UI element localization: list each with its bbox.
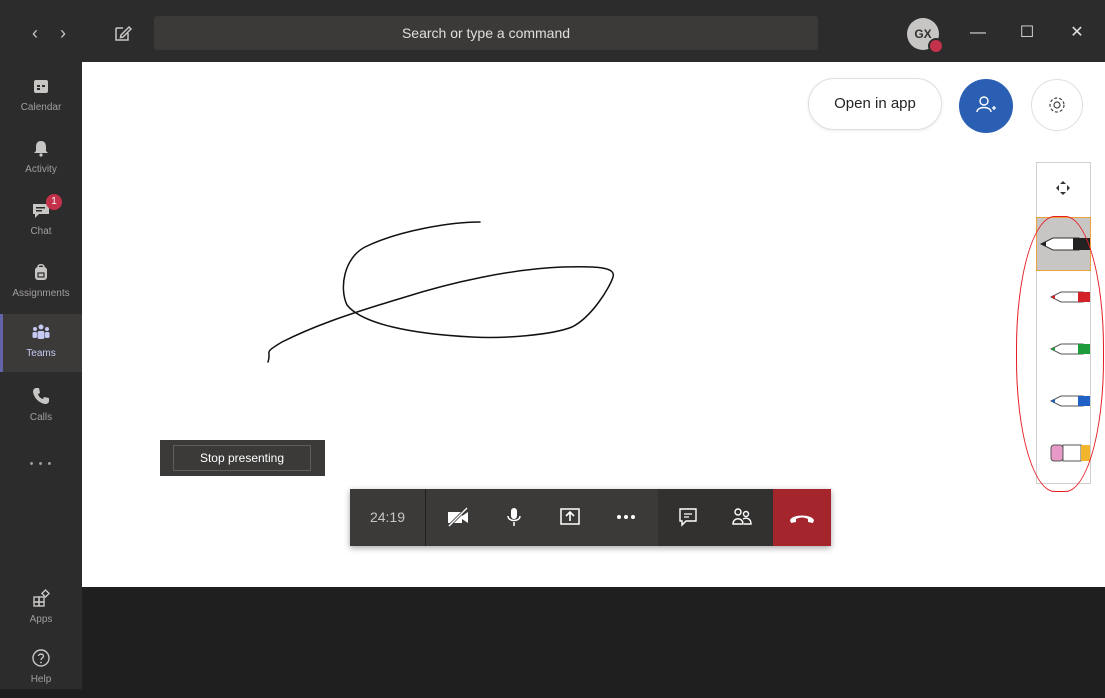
search-input[interactable]: Search or type a command (154, 16, 818, 50)
sidebar-item-activity[interactable]: Activity (0, 130, 82, 188)
move-tool[interactable] (1037, 163, 1090, 213)
sidebar-item-label: Chat (30, 226, 52, 237)
show-participants-button[interactable] (718, 489, 766, 546)
unread-badge: 1 (46, 194, 62, 210)
settings-button[interactable] (1031, 79, 1083, 131)
apps-icon (33, 588, 51, 607)
red-annotation-circle (1016, 216, 1104, 492)
mic-toggle-button[interactable] (490, 489, 538, 546)
compose-icon[interactable] (112, 22, 134, 44)
sidebar-item-chat[interactable]: 1 Chat (0, 192, 82, 250)
add-person-icon (976, 96, 996, 113)
stop-presenting-button[interactable]: Stop presenting (173, 445, 311, 471)
sidebar-item-label: Apps (29, 614, 53, 625)
sidebar-item-calendar[interactable]: Calendar (0, 68, 82, 126)
more-actions-button[interactable] (602, 489, 650, 546)
title-bar: ‹ › Search or type a command GX — ☐ ✕ (0, 0, 1105, 68)
camera-off-icon (447, 506, 469, 528)
sidebar-item-label: Activity (25, 164, 57, 175)
presence-busy-icon (928, 38, 944, 54)
forward-arrow-icon[interactable]: › (52, 22, 74, 44)
back-arrow-icon[interactable]: ‹ (24, 22, 46, 44)
more-dots-icon (617, 515, 635, 519)
meeting-panels-group (658, 489, 773, 546)
sidebar-item-apps[interactable]: Apps (0, 580, 82, 638)
more-apps-button[interactable]: • • • (0, 452, 82, 476)
maximize-icon[interactable]: ☐ (1012, 18, 1042, 48)
hang-up-button[interactable] (773, 489, 831, 546)
sidebar-item-label: Teams (26, 348, 56, 359)
sidebar-item-label: Calendar (20, 102, 62, 113)
hang-up-phone-icon (790, 515, 814, 523)
microphone-icon (507, 508, 521, 526)
share-screen-button[interactable] (546, 489, 594, 546)
app-rail: Calendar Activity 1 Chat Assignments Tea… (0, 68, 82, 689)
teams-icon (32, 324, 50, 339)
open-in-app-button[interactable]: Open in app (808, 78, 942, 130)
participants-icon (732, 508, 752, 525)
phone-icon (33, 388, 49, 404)
sidebar-item-label: Calls (29, 412, 53, 423)
bottom-area (82, 587, 1105, 689)
sidebar-item-assignments[interactable]: Assignments (0, 254, 82, 312)
minimize-icon[interactable]: — (963, 18, 993, 48)
avatar[interactable]: GX (907, 18, 944, 54)
backpack-icon (35, 263, 47, 280)
show-conversation-button[interactable] (664, 489, 712, 546)
presenting-toolbar: Stop presenting (160, 440, 325, 476)
invite-people-button[interactable] (959, 79, 1013, 133)
bell-icon (34, 141, 48, 157)
sidebar-item-label: Assignments (12, 288, 70, 299)
call-timer: 24:19 (350, 489, 426, 546)
close-icon[interactable]: ✕ (1062, 18, 1092, 48)
sidebar-item-calls[interactable]: Calls (0, 378, 82, 436)
calendar-icon (34, 80, 48, 93)
sidebar-item-teams[interactable]: Teams (0, 314, 82, 372)
move-arrows-icon (1056, 181, 1070, 195)
sidebar-item-help[interactable]: Help (0, 640, 82, 698)
conversation-icon (679, 508, 697, 527)
gear-icon (1049, 97, 1065, 113)
camera-toggle-button[interactable] (434, 489, 482, 546)
help-icon (32, 649, 50, 667)
avatar-initials: GX (914, 27, 932, 41)
share-tray-icon (560, 508, 580, 525)
sidebar-item-label: Help (30, 674, 52, 685)
call-controls: 24:19 (350, 489, 831, 546)
